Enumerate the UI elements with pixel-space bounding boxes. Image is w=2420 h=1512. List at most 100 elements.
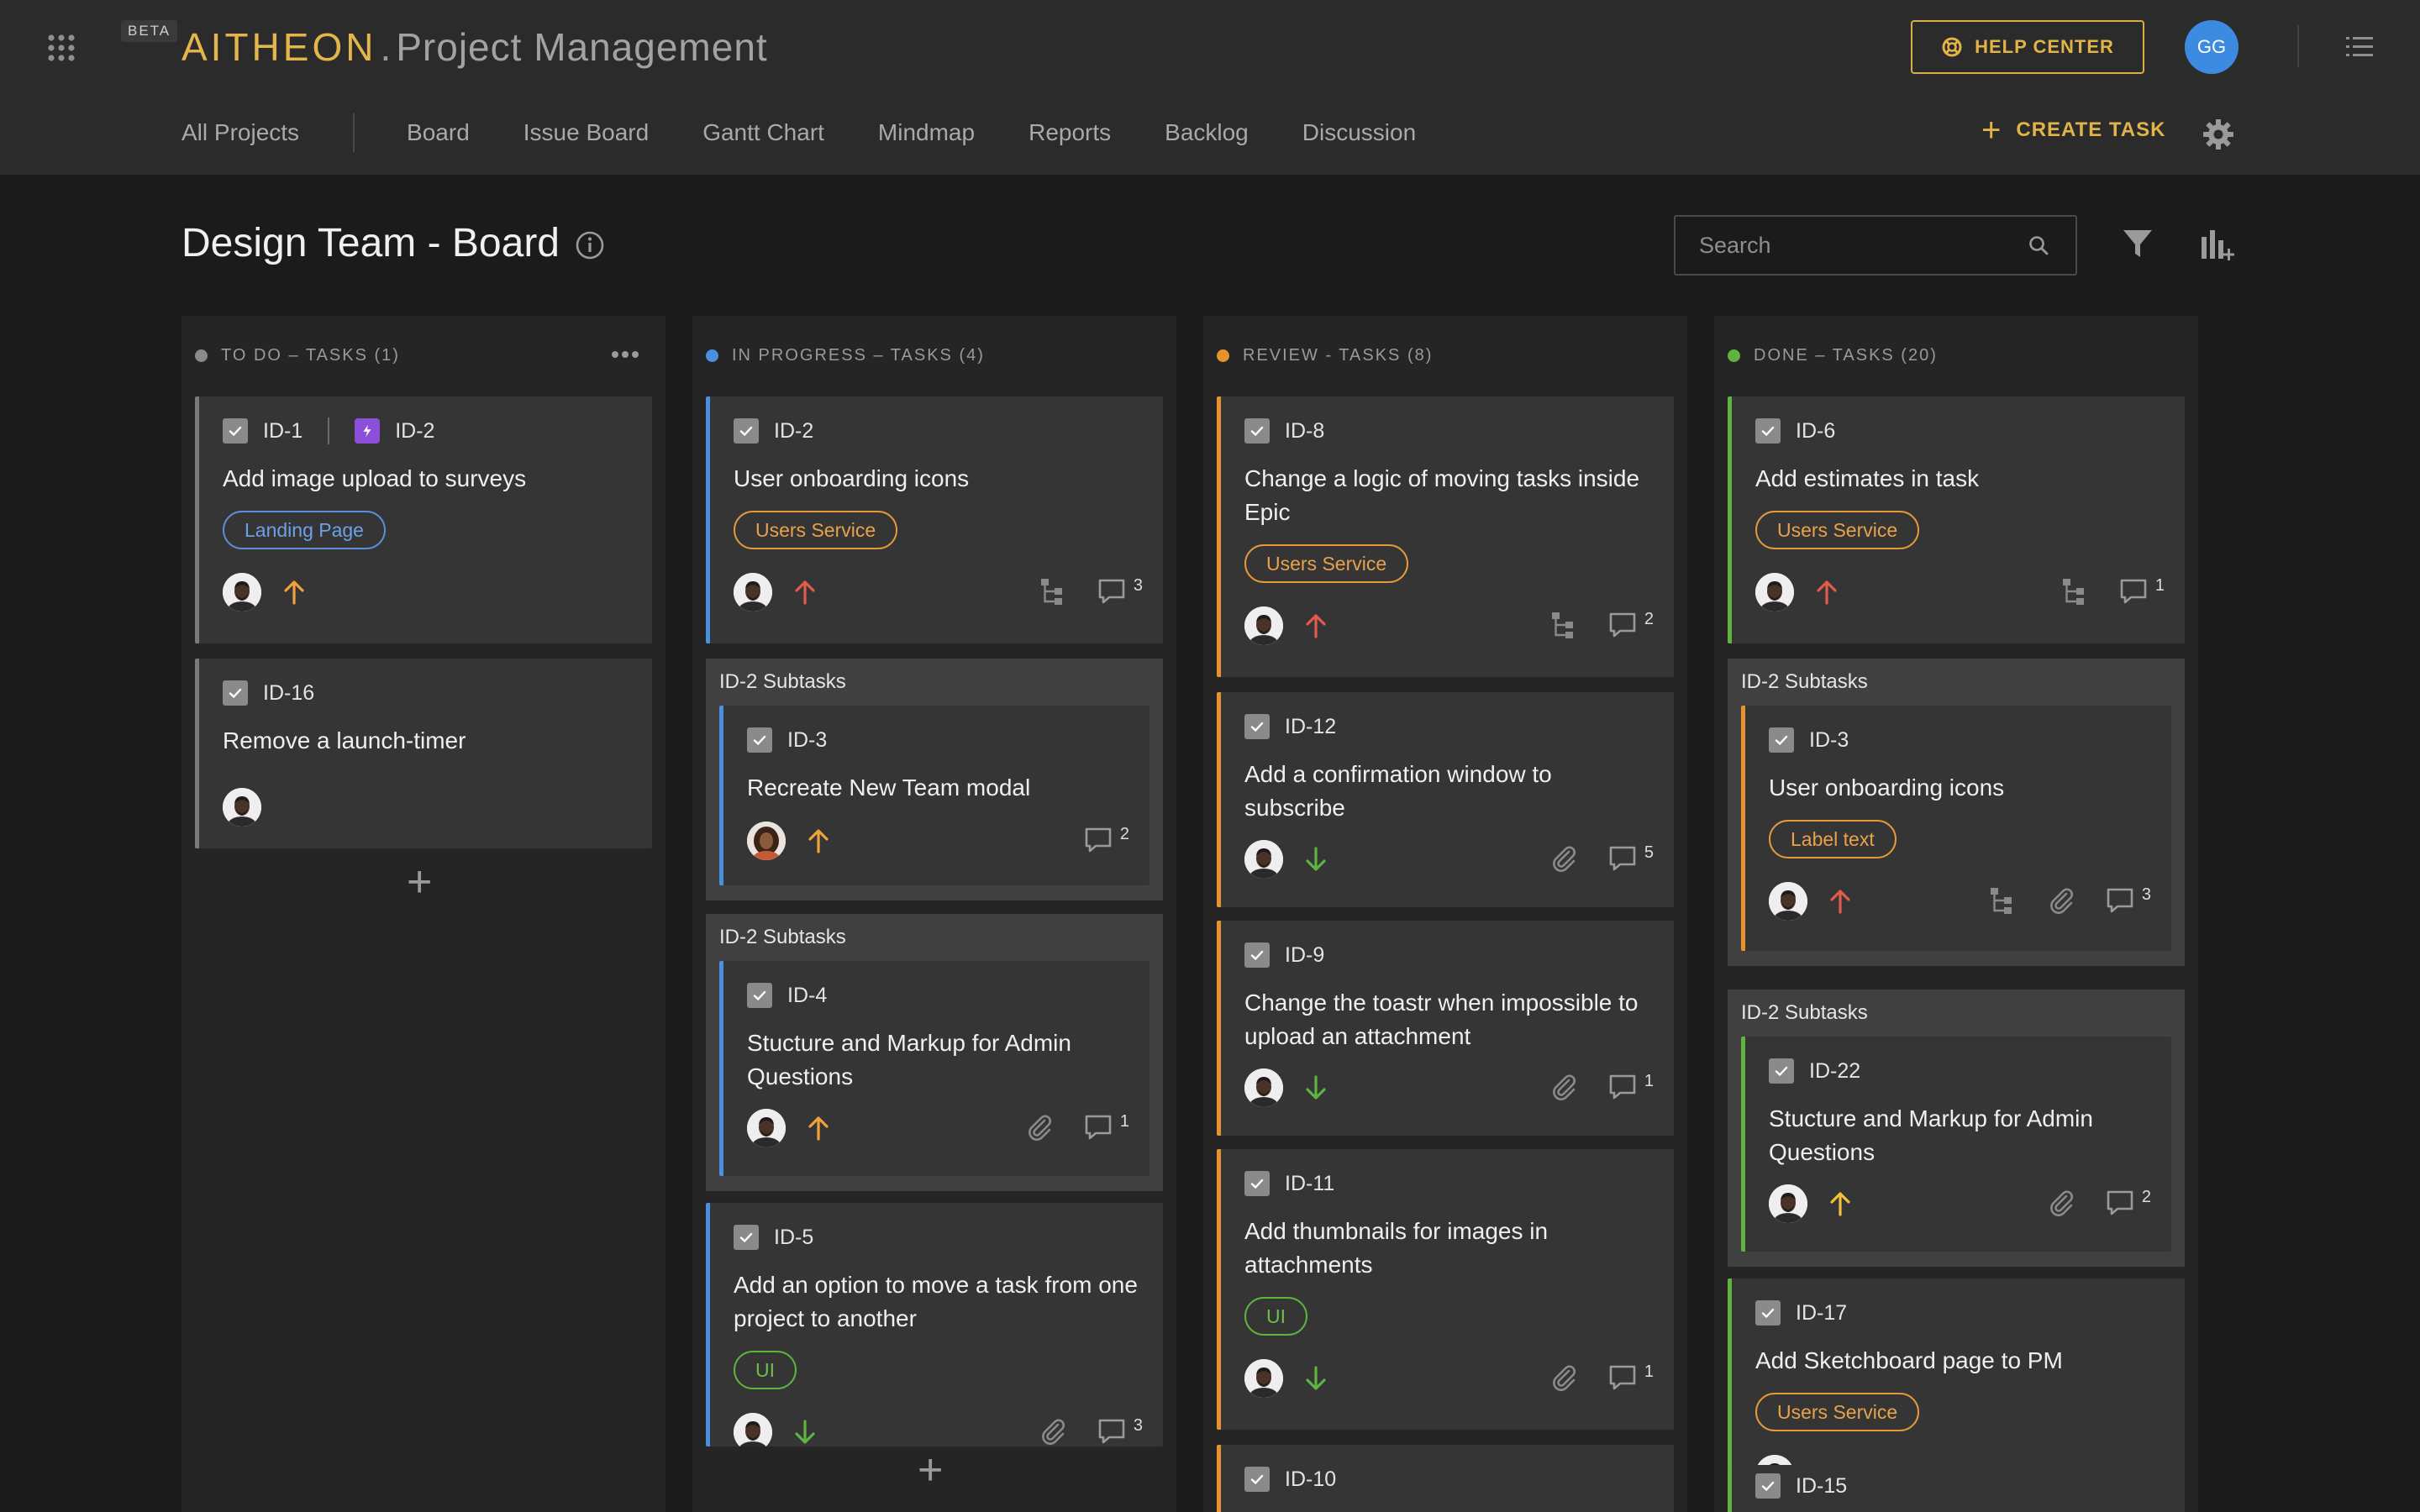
epic-id[interactable]: ID-2	[395, 419, 434, 444]
comments[interactable]: 2	[1083, 825, 1129, 855]
attachment-icon[interactable]	[2046, 885, 2076, 916]
comments[interactable]: 3	[2105, 885, 2151, 916]
task-card[interactable]: ID-9 Change the toastr when impossible t…	[1217, 921, 1674, 1136]
more-icon[interactable]	[610, 346, 640, 363]
comments[interactable]: 1	[2118, 576, 2165, 606]
add-task-plus-icon[interactable]: +	[918, 1448, 943, 1492]
assignee-avatar[interactable]	[747, 1109, 786, 1147]
info-icon[interactable]	[575, 230, 605, 260]
task-card[interactable]: ID-10	[1217, 1445, 1674, 1512]
task-tag[interactable]: Users Service	[1244, 544, 1409, 583]
tab-gantt-chart[interactable]: Gantt Chart	[702, 119, 824, 146]
assignee-avatar[interactable]	[1755, 573, 1794, 612]
task-card[interactable]: ID-8 Change a logic of moving tasks insi…	[1217, 396, 1674, 677]
app-brand[interactable]: AITHEON . Project Management	[182, 22, 768, 72]
subtask-tree-icon[interactable]	[1987, 885, 2018, 916]
create-task-button[interactable]: + CREATE TASK	[1981, 113, 2165, 147]
task-tag[interactable]: Users Service	[734, 511, 898, 549]
attachment-icon[interactable]	[1549, 843, 1579, 874]
checkbox-icon[interactable]	[1244, 1467, 1270, 1492]
task-card[interactable]: ID-15	[1728, 1465, 2185, 1512]
assignee-avatar[interactable]	[223, 573, 261, 612]
comments[interactable]: 1	[1083, 1112, 1129, 1142]
checkbox-icon[interactable]	[734, 1225, 759, 1250]
comments[interactable]: 2	[2105, 1188, 2151, 1218]
subtask-tree-icon[interactable]	[1038, 576, 1068, 606]
task-card[interactable]: ID-5 Add an option to move a task from o…	[706, 1203, 1163, 1446]
attachment-icon[interactable]	[2046, 1188, 2076, 1218]
task-card[interactable]: ID-4 Stucture and Markup for Admin Quest…	[719, 961, 1150, 1176]
assignee-avatar[interactable]	[1244, 840, 1283, 879]
search-input[interactable]	[1699, 217, 2018, 274]
task-card[interactable]: ID-11 Add thumbnails for images in attac…	[1217, 1149, 1674, 1430]
user-avatar[interactable]: GG	[2185, 20, 2238, 74]
task-tag[interactable]: UI	[1244, 1297, 1307, 1336]
tab-mindmap[interactable]: Mindmap	[878, 119, 975, 146]
task-card[interactable]: ID-6 Add estimates in task Users Service…	[1728, 396, 2185, 643]
checkbox-icon[interactable]	[1244, 1171, 1270, 1196]
task-tag[interactable]: UI	[734, 1351, 797, 1389]
checkbox-icon[interactable]	[1244, 714, 1270, 739]
checkbox-icon[interactable]	[747, 727, 772, 753]
checkbox-icon[interactable]	[223, 418, 248, 444]
tab-board[interactable]: Board	[407, 119, 470, 146]
checkbox-icon[interactable]	[223, 680, 248, 706]
assignee-avatar[interactable]	[1769, 1184, 1807, 1223]
checkbox-icon[interactable]	[1244, 942, 1270, 968]
subtask-tree-icon[interactable]	[2060, 576, 2090, 606]
checkbox-icon[interactable]	[1755, 1473, 1781, 1499]
comments[interactable]: 5	[1607, 843, 1654, 874]
assignee-avatar[interactable]	[223, 788, 261, 827]
attachment-icon[interactable]	[1549, 1362, 1579, 1393]
checkbox-icon[interactable]	[734, 418, 759, 444]
task-tag[interactable]: Users Service	[1755, 511, 1920, 549]
attachment-icon[interactable]	[1549, 1072, 1579, 1102]
tab-issue-board[interactable]: Issue Board	[523, 119, 649, 146]
comments[interactable]: 1	[1607, 1072, 1654, 1102]
add-task-plus-icon[interactable]: +	[407, 860, 432, 904]
task-tag[interactable]: Users Service	[1755, 1393, 1920, 1431]
task-card[interactable]: ID-2 User onboarding icons Users Service…	[706, 396, 1163, 643]
tab-discussion[interactable]: Discussion	[1302, 119, 1416, 146]
task-card[interactable]: ID-12 Add a confirmation window to subsc…	[1217, 692, 1674, 907]
apps-grid-icon[interactable]	[47, 34, 76, 62]
assignee-avatar[interactable]	[1244, 1068, 1283, 1107]
nav-all-projects[interactable]: All Projects	[182, 119, 299, 146]
assignee-avatar[interactable]	[1769, 882, 1807, 921]
comments[interactable]: 2	[1607, 610, 1654, 640]
task-card[interactable]: ID-3 Recreate New Team modal 2	[719, 706, 1150, 885]
checkbox-icon[interactable]	[1755, 1300, 1781, 1326]
task-card[interactable]: ID-3 User onboarding icons Label text 3	[1741, 706, 2171, 951]
checkbox-icon[interactable]	[1769, 1058, 1794, 1084]
attachment-icon[interactable]	[1038, 1416, 1068, 1446]
comments[interactable]: 1	[1607, 1362, 1654, 1393]
chart-add-icon[interactable]	[2200, 227, 2237, 264]
list-menu-icon[interactable]	[2344, 32, 2375, 62]
task-card[interactable]: ID-17 Add Sketchboard page to PM Users S…	[1728, 1278, 2185, 1480]
comments[interactable]: 3	[1097, 576, 1143, 606]
comments[interactable]: 3	[1097, 1416, 1143, 1446]
search-icon[interactable]	[2027, 234, 2050, 257]
assignee-avatar[interactable]	[747, 822, 786, 860]
tab-reports[interactable]: Reports	[1028, 119, 1111, 146]
task-card[interactable]: ID-1 ID-2 Add image upload to surveys La…	[195, 396, 652, 643]
assignee-avatar[interactable]	[1244, 1359, 1283, 1398]
help-center-button[interactable]: HELP CENTER	[1911, 20, 2144, 74]
checkbox-icon[interactable]	[747, 983, 772, 1008]
filter-icon[interactable]	[2121, 227, 2154, 260]
assignee-avatar[interactable]	[734, 1413, 772, 1446]
attachment-icon[interactable]	[1024, 1112, 1055, 1142]
checkbox-icon[interactable]	[1769, 727, 1794, 753]
gear-icon[interactable]	[2202, 118, 2235, 151]
task-tag[interactable]: Landing Page	[223, 511, 386, 549]
assignee-avatar[interactable]	[734, 573, 772, 612]
tab-backlog[interactable]: Backlog	[1165, 119, 1249, 146]
assignee-avatar[interactable]	[1244, 606, 1283, 645]
task-tag[interactable]: Label text	[1769, 820, 1897, 858]
checkbox-icon[interactable]	[1755, 418, 1781, 444]
status-dot	[195, 349, 208, 362]
checkbox-icon[interactable]	[1244, 418, 1270, 444]
task-card[interactable]: ID-16 Remove a launch-timer	[195, 659, 652, 848]
subtask-tree-icon[interactable]	[1549, 610, 1579, 640]
task-card[interactable]: ID-22 Stucture and Markup for Admin Ques…	[1741, 1037, 2171, 1252]
